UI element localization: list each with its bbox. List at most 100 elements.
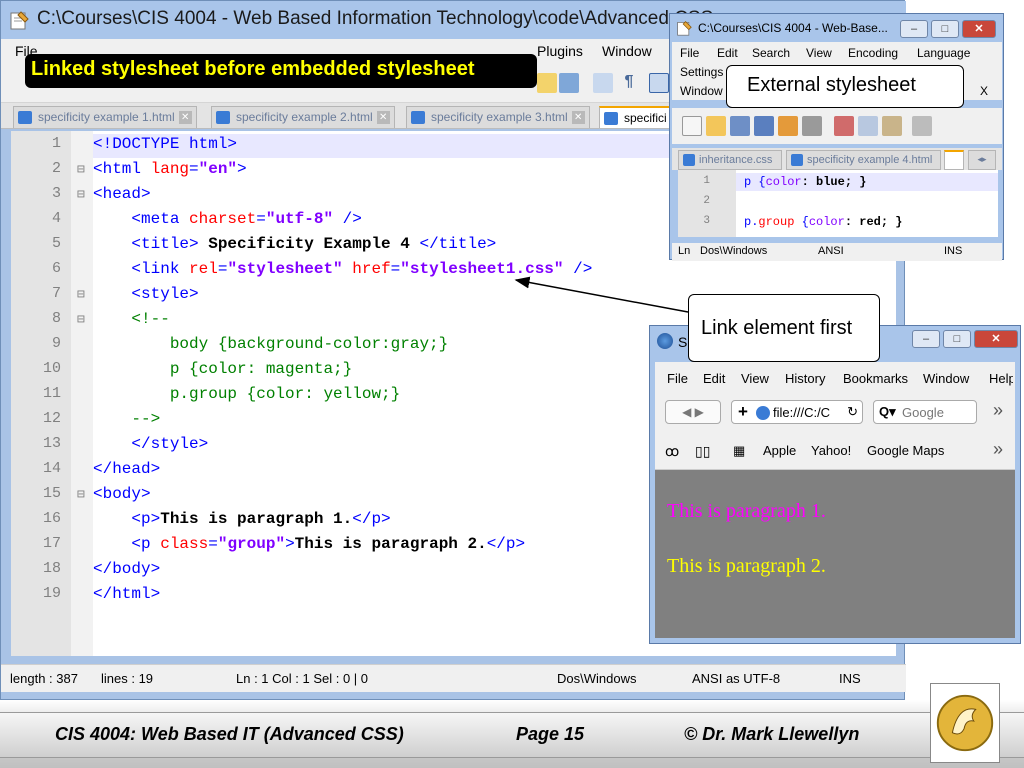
menu-plugins[interactable]: Plugins — [537, 43, 583, 59]
search-icon: Q▾ — [879, 404, 896, 419]
code-line[interactable]: <!-- — [93, 310, 169, 335]
css-menu-file[interactable]: File — [680, 46, 699, 60]
print-icon[interactable] — [802, 116, 822, 136]
css-menu-window[interactable]: Window — [680, 84, 723, 98]
save-icon[interactable] — [730, 116, 750, 136]
code-line[interactable]: <title> Specificity Example 4 </title> — [93, 235, 496, 260]
css-code-editor[interactable]: 1 p {color: blue; } 2 3 p.group {color: red;… — [678, 170, 998, 237]
reading-list-icon[interactable]: ꝏ — [665, 443, 679, 460]
monitor-icon[interactable] — [559, 73, 579, 93]
bookmarks-overflow-icon[interactable]: » — [993, 439, 1003, 460]
css-menu-settings[interactable]: Settings — [680, 65, 723, 79]
close-file-icon[interactable] — [778, 116, 798, 136]
menu-window[interactable]: Window — [602, 43, 652, 59]
fold-toggle-icon[interactable]: ⊟ — [77, 287, 85, 302]
css-menu-search[interactable]: Search — [752, 46, 790, 60]
overflow-chevron-icon[interactable]: » — [993, 400, 1003, 421]
close-icon[interactable]: ✕ — [974, 330, 1018, 348]
css-menu-encoding[interactable]: Encoding — [848, 46, 898, 60]
line-number: 7 — [51, 285, 61, 302]
undo-icon[interactable] — [912, 116, 932, 136]
code-line[interactable]: <link rel="stylesheet" href="stylesheet1… — [93, 260, 592, 285]
code-line[interactable]: --> — [93, 410, 160, 435]
tab-inheritance-css[interactable]: inheritance.css — [678, 150, 782, 170]
browser-menu-file[interactable]: File — [667, 371, 688, 386]
line-number: 11 — [42, 385, 61, 402]
close-icon[interactable]: ✕ — [178, 111, 192, 125]
browser-menu-bookmarks[interactable]: Bookmarks — [843, 371, 908, 386]
replace-icon[interactable] — [537, 73, 557, 93]
new-file-icon[interactable] — [682, 116, 702, 136]
tab-specificity-1[interactable]: specificity example 1.html ✕ — [13, 106, 197, 128]
code-line[interactable]: </head> — [93, 460, 160, 485]
tab-active-edge[interactable] — [944, 150, 964, 170]
close-icon[interactable]: ✕ — [571, 111, 585, 125]
status-position: Ln : 1 Col : 1 Sel : 0 | 0 — [236, 671, 369, 686]
cut-icon[interactable] — [834, 116, 854, 136]
fold-toggle-icon[interactable]: ⊟ — [77, 312, 85, 327]
code-line[interactable]: <html lang="en"> — [93, 160, 247, 185]
minimize-icon[interactable]: – — [900, 20, 928, 38]
code-line[interactable]: </style> — [93, 435, 208, 460]
code-line[interactable]: <style> — [93, 285, 198, 310]
code-line[interactable]: <head> — [93, 185, 151, 210]
maximize-icon[interactable]: □ — [943, 330, 971, 348]
code-line[interactable]: <p>This is paragraph 1.</p> — [93, 510, 390, 535]
save-icon — [791, 154, 803, 166]
fold-toggle-icon[interactable]: ⊟ — [77, 487, 85, 502]
close-icon[interactable]: ✕ — [376, 111, 390, 125]
code-line[interactable]: <p class="group">This is paragraph 2.</p… — [93, 535, 525, 560]
code-line[interactable]: p.group {color: yellow;} — [93, 385, 400, 410]
search-placeholder: Google — [902, 405, 944, 420]
bookmarks-book-icon[interactable]: ▯▯ — [695, 443, 710, 460]
css-menu-language[interactable]: Language — [917, 46, 970, 60]
code-line[interactable]: <meta charset="utf-8" /> — [93, 210, 361, 235]
maximize-icon[interactable]: □ — [931, 20, 959, 38]
bookmark-apple[interactable]: Apple — [763, 443, 796, 458]
new-tab-icon[interactable]: + — [738, 402, 748, 422]
code-line[interactable]: <body> — [93, 485, 151, 510]
browser-menu-view[interactable]: View — [741, 371, 769, 386]
code-line[interactable]: </html> — [93, 585, 160, 610]
address-bar[interactable]: + file:///C:/C ↻ — [731, 400, 863, 424]
close-icon[interactable]: ✕ — [962, 20, 996, 38]
minimize-icon[interactable]: – — [912, 330, 940, 348]
bookmark-yahoo[interactable]: Yahoo! — [811, 443, 851, 458]
back-forward-icon[interactable]: ◀ ▶ — [665, 400, 721, 424]
code-line[interactable]: </body> — [93, 560, 160, 585]
browser-nav-bar: ◀ ▶ + file:///C:/C ↻ Q▾ Google » — [655, 392, 1015, 430]
browser-menu-window[interactable]: Window — [923, 371, 969, 386]
fold-toggle-icon[interactable]: ⊟ — [77, 162, 85, 177]
browser-viewport: This is paragraph 1. This is paragraph 2… — [655, 470, 1015, 638]
code-line[interactable]: body {background-color:gray;} — [93, 335, 448, 360]
indent-guide-icon[interactable] — [649, 73, 669, 93]
open-file-icon[interactable] — [706, 116, 726, 136]
tab-specificity-4[interactable]: specifici — [599, 106, 671, 128]
pilcrow-icon[interactable]: ¶ — [619, 73, 639, 93]
tab-scroll-arrows-icon[interactable]: ◂▸ — [968, 150, 996, 170]
reload-icon[interactable]: ↻ — [847, 404, 858, 420]
status-lines: lines : 19 — [101, 671, 154, 686]
tab-specificity-3[interactable]: specificity example 3.html ✕ — [406, 106, 590, 128]
code-line[interactable]: <!DOCTYPE html> — [93, 135, 237, 160]
wrap-icon[interactable] — [593, 73, 613, 93]
tab-specificity-2[interactable]: specificity example 2.html ✕ — [211, 106, 395, 128]
css-code-line[interactable]: p.group {color: red; } — [744, 215, 902, 229]
browser-menu-help[interactable]: Help — [989, 371, 1013, 386]
copy-icon[interactable] — [858, 116, 878, 136]
save-all-icon[interactable] — [754, 116, 774, 136]
top-sites-grid-icon[interactable]: ▦ — [733, 443, 745, 459]
css-menu-view[interactable]: View — [806, 46, 832, 60]
search-box[interactable]: Q▾ Google — [873, 400, 977, 424]
css-menu-edit[interactable]: Edit — [717, 46, 738, 60]
bookmark-google-maps[interactable]: Google Maps — [867, 443, 944, 458]
paragraph-1: This is paragraph 1. — [667, 500, 826, 522]
paste-icon[interactable] — [882, 116, 902, 136]
tab-specificity-4-html[interactable]: specificity example 4.html — [786, 150, 941, 170]
css-menu-close[interactable]: X — [980, 84, 988, 98]
fold-toggle-icon[interactable]: ⊟ — [77, 187, 85, 202]
css-code-line[interactable]: p {color: blue; } — [744, 175, 866, 189]
browser-menu-history[interactable]: History — [785, 371, 825, 386]
browser-menu-edit[interactable]: Edit — [703, 371, 725, 386]
code-line[interactable]: p {color: magenta;} — [93, 360, 352, 385]
